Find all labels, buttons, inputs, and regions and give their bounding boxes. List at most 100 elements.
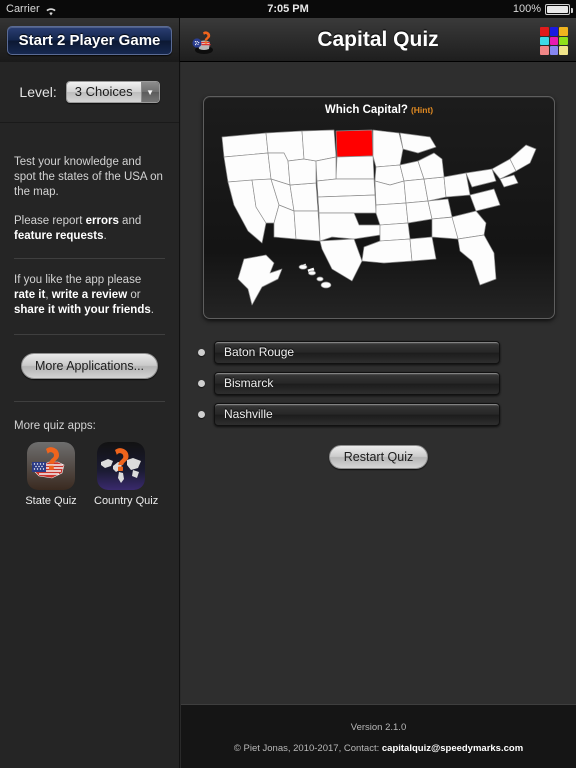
state-kentucky-tennessee [405, 200, 433, 224]
feature-requests-link[interactable]: feature requests [14, 230, 103, 242]
state-quiz-app-icon [27, 442, 75, 490]
answer-option-button[interactable]: Nashville [214, 403, 500, 426]
grid-cell-7 [540, 46, 549, 55]
copyright-text: © Piet Jonas, 2010-2017, Contact: [233, 743, 382, 754]
report-text-suffix: . [103, 230, 107, 242]
more-quiz-apps-label: More quiz apps: [14, 420, 96, 432]
intro-paragraph-1: Test your knowledge and spot the states … [14, 156, 163, 198]
sidebar-divider-3 [14, 334, 165, 335]
color-grid-icon[interactable] [540, 27, 568, 55]
grid-cell-9 [559, 46, 568, 55]
state-oregon [223, 152, 272, 183]
sidebar-info-section: Test your knowledge and spot the states … [0, 123, 179, 507]
nav-bar-left-section: Start 2 Player Game [0, 18, 180, 62]
state-south-dakota [335, 155, 375, 180]
contact-email-link[interactable]: capitalquiz@speedymarks.com [382, 743, 523, 754]
state-quiz-app-label: State Quiz [25, 495, 77, 507]
usa-map[interactable] [204, 119, 554, 318]
errors-link[interactable]: errors [86, 215, 119, 227]
bullet-icon [198, 380, 205, 387]
state-north-dakota-highlighted [335, 129, 374, 158]
state-wyoming [287, 158, 317, 186]
state-michigan-upper [399, 132, 437, 154]
bullet-icon [198, 411, 205, 418]
answer-option-row: Nashville [181, 399, 576, 430]
hint-link[interactable]: (Hint) [411, 105, 433, 115]
rate-it-link[interactable]: rate it [14, 289, 45, 301]
grid-cell-3 [559, 27, 568, 36]
footer: Version 2.1.0 © Piet Jonas, 2010-2017, C… [181, 704, 576, 768]
sidebar-divider-2 [14, 258, 165, 259]
status-bar-time: 7:05 PM [267, 3, 309, 15]
sidebar: Level: 3 Choices ▼ Test your knowledge a… [0, 62, 180, 768]
start-2-player-game-button[interactable]: Start 2 Player Game [6, 25, 173, 55]
restart-section: Restart Quiz [181, 445, 576, 469]
state-ohio [443, 172, 471, 198]
state-nebraska [316, 178, 376, 198]
answer-options: Baton Rouge Bismarck Nashville Restart Q… [181, 337, 576, 469]
state-pennsylvania [465, 168, 497, 188]
grid-cell-8 [549, 46, 559, 55]
state-montana-east [301, 129, 337, 162]
quiz-apps-list: State Quiz Country Quiz [14, 442, 165, 507]
status-bar: Carrier 7:05 PM 100% [0, 0, 576, 18]
answer-option-button[interactable]: Bismarck [214, 372, 500, 395]
share-link[interactable]: share it with your friends [14, 304, 151, 316]
rate-paragraph: If you like the app please rate it, writ… [14, 273, 165, 318]
grid-cell-2 [549, 27, 559, 36]
level-label: Level: [19, 84, 57, 100]
state-louisiana-mississippi [361, 238, 413, 264]
state-tennessee-east [427, 198, 453, 220]
quiz-content: Which Capital? (Hint) Baton Rouge Bismar… [181, 62, 576, 768]
state-alabama [409, 236, 437, 262]
state-minnesota [372, 129, 404, 168]
write-review-link[interactable]: write a review [52, 289, 127, 301]
level-select[interactable]: 3 Choices ▼ [65, 81, 160, 103]
state-kansas [317, 194, 377, 214]
state-missouri [375, 202, 409, 226]
copyright-label: © Piet Jonas, 2010-2017, Contact: capita… [181, 743, 576, 754]
restart-quiz-button[interactable]: Restart Quiz [328, 445, 429, 469]
grid-cell-1 [540, 27, 549, 36]
report-text-prefix: Please report [14, 215, 86, 227]
grid-cell-4 [540, 36, 549, 46]
level-selector-row: Level: 3 Choices ▼ [0, 62, 179, 122]
state-texas [319, 238, 363, 282]
grid-cell-6 [559, 36, 568, 46]
nav-bar: Start 2 Player Game Capital Quiz [0, 18, 576, 62]
state-maine [509, 144, 537, 172]
level-select-value: 3 Choices [66, 82, 141, 102]
page-title: Capital Quiz [317, 28, 439, 51]
state-nebraska-west [315, 156, 337, 182]
app-screen: Carrier 7:05 PM 100% Start 2 Player Game [0, 0, 576, 768]
country-quiz-app-label: Country Quiz [94, 495, 159, 507]
state-quiz-app[interactable]: State Quiz [24, 442, 78, 507]
state-south-carolina [451, 210, 487, 240]
grid-cell-5 [549, 36, 559, 46]
state-alaska [237, 254, 283, 306]
country-quiz-app[interactable]: Country Quiz [94, 442, 159, 507]
state-texas-oklahoma [318, 212, 381, 242]
answer-option-row: Baton Rouge [181, 337, 576, 368]
intro-paragraph-2: Please report errors and feature request… [14, 214, 165, 244]
battery-full-icon [545, 3, 573, 15]
state-arkansas [379, 222, 411, 242]
state-indiana [423, 176, 447, 202]
question-text: Which Capital? [324, 104, 408, 116]
state-florida [457, 234, 497, 286]
state-new-mexico [293, 210, 321, 242]
bullet-icon [198, 349, 205, 356]
state-iowa [374, 180, 407, 206]
answer-option-button[interactable]: Baton Rouge [214, 341, 500, 364]
more-applications-button[interactable]: More Applications... [20, 353, 159, 379]
map-panel: Which Capital? (Hint) [203, 96, 555, 319]
quiz-question: Which Capital? (Hint) [204, 97, 554, 116]
status-bar-right: 100% [512, 0, 573, 18]
version-label: Version 2.1.0 [350, 722, 407, 733]
battery-percent-label: 100% [512, 3, 541, 15]
sidebar-divider-4 [14, 401, 165, 402]
chevron-down-icon: ▼ [140, 82, 159, 102]
report-text-mid: and [118, 215, 142, 227]
state-colorado [289, 182, 319, 212]
answer-option-row: Bismarck [181, 368, 576, 399]
